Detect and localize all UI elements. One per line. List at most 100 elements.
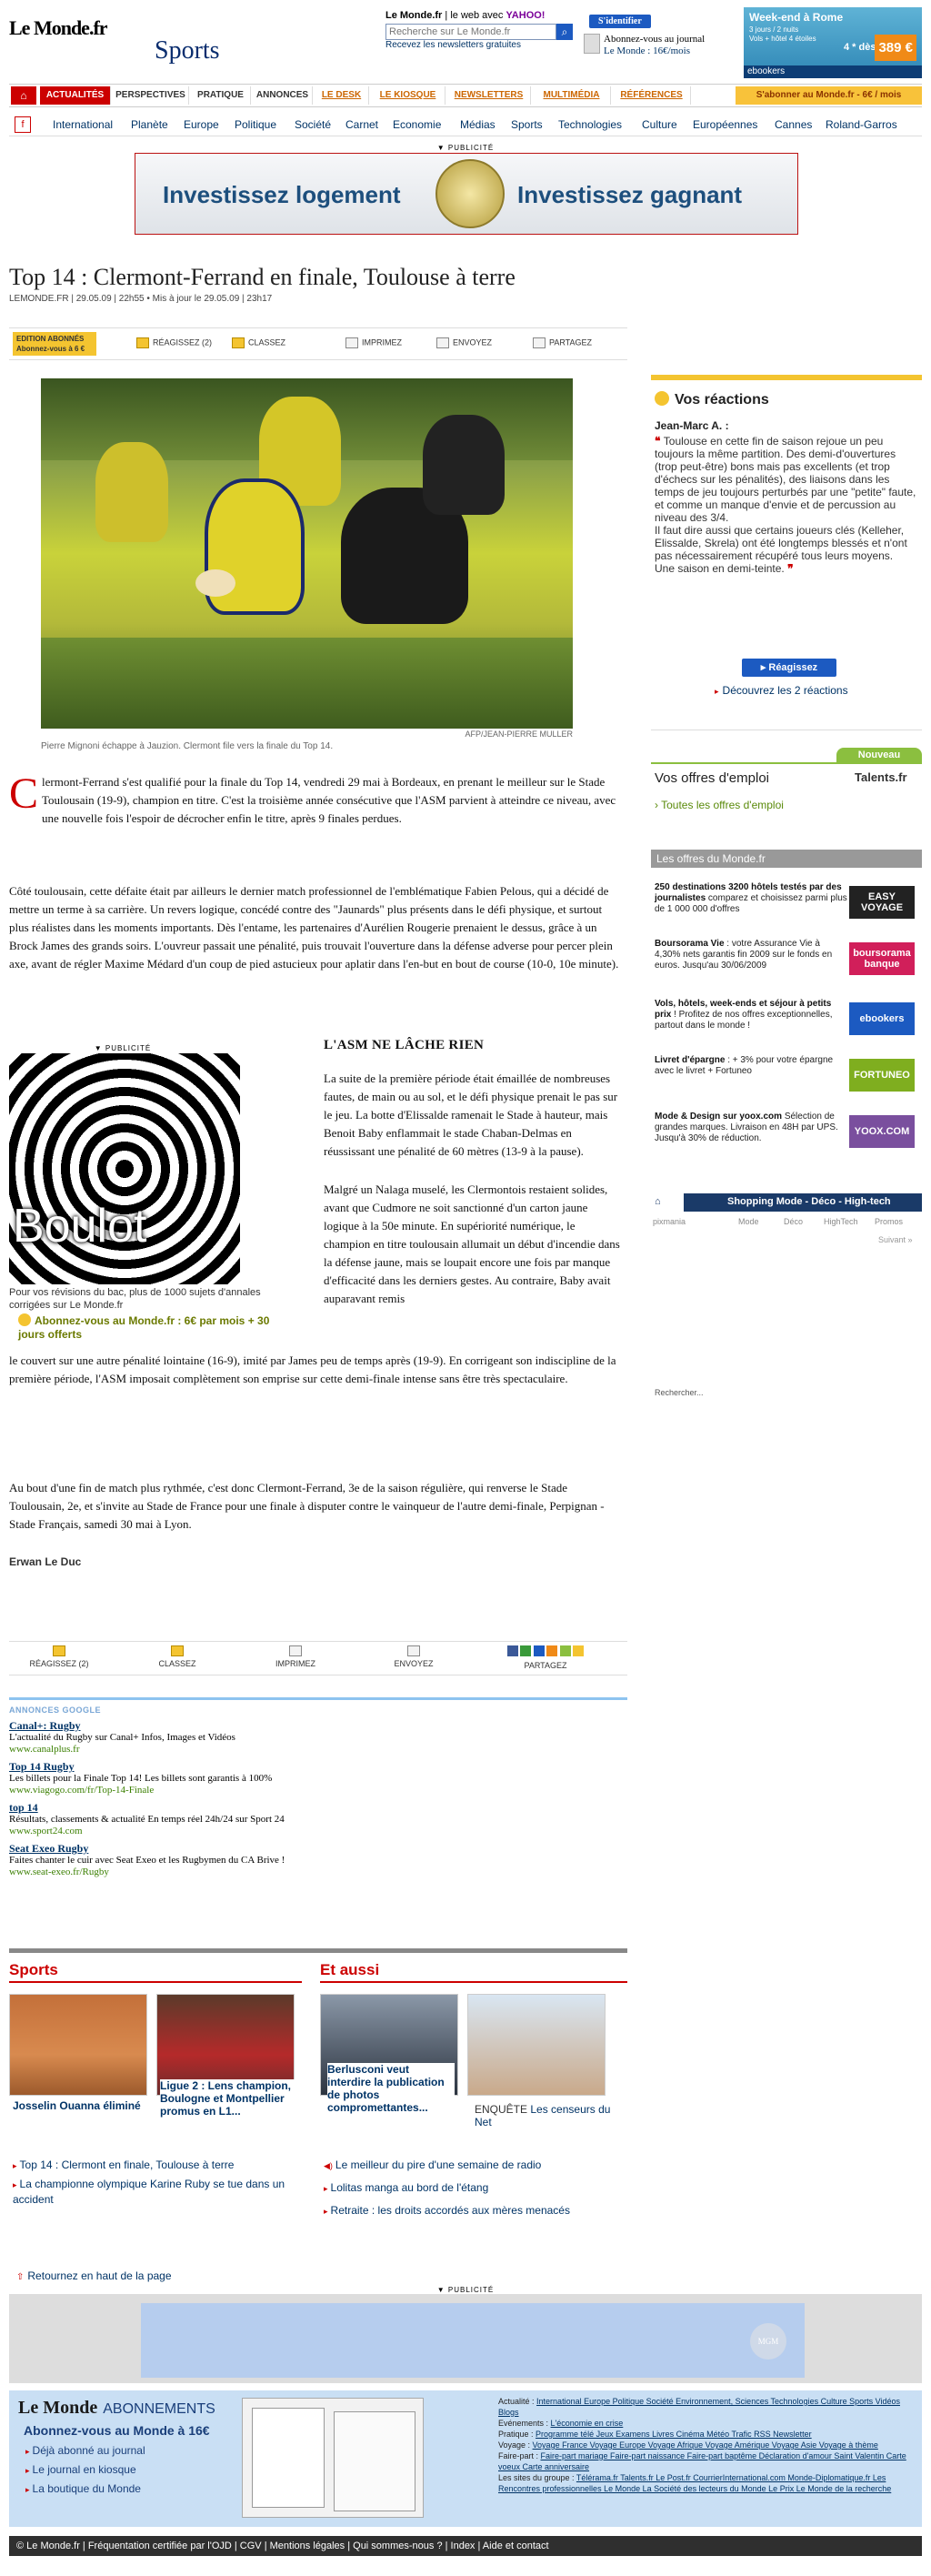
newsletter-link[interactable]: Recevez les newsletters gratuites [385, 40, 576, 50]
react-button[interactable]: ▸ Réagissez [742, 659, 836, 677]
nav-le-desk[interactable]: LE DESK [315, 86, 369, 105]
subnav-technologies[interactable]: Technologies [558, 118, 622, 131]
shopping-brand[interactable]: pixmania [653, 1217, 686, 1226]
footer-link[interactable]: ▸ La boutique du Monde [25, 2480, 145, 2499]
box-ad-cta[interactable]: Abonnez-vous au Monde.fr : 6€ par mois +… [18, 1313, 273, 1342]
banner-ad[interactable]: Investissez logement Investissez gagnant [135, 153, 798, 235]
etaussi-thumb-caption[interactable]: Berlusconi veut interdire la publication… [327, 2063, 455, 2114]
sports-thumb-tennis[interactable] [9, 1994, 147, 2096]
offer-item[interactable]: Mode & Design sur yoox.com Sélection de … [655, 1112, 918, 1153]
subnav-planete[interactable]: Planète [131, 118, 168, 131]
google-ad-title[interactable]: Seat Exeo Rugby [9, 1843, 627, 1855]
nav-multimedia[interactable]: MULTIMÉDIA [533, 86, 611, 105]
print-tool[interactable]: IMPRIMEZ [245, 1645, 345, 1668]
google-ad-title[interactable]: Top 14 Rugby [9, 1761, 627, 1773]
search-scope-label[interactable]: Le Monde.fr [385, 10, 442, 21]
box-ad-text[interactable]: Pour vos révisions du bac, plus de 1000 … [9, 1286, 273, 1312]
footer-subscribe[interactable]: Abonnez-vous au Monde à 16€ [24, 2423, 210, 2438]
nav-annonces[interactable]: ANNONCES [253, 86, 313, 105]
subnav-culture[interactable]: Culture [642, 118, 677, 131]
classify-tool[interactable]: CLASSEZ [127, 1645, 227, 1668]
subnav-europe[interactable]: Europe [184, 118, 219, 131]
google-ad-url[interactable]: www.viagogo.com/fr/Top-14-Finale [9, 1785, 627, 1796]
sports-list-item[interactable]: ▸ La championne olympique Karine Ruby se … [13, 2177, 304, 2207]
footer-logo[interactable]: Le Monde ABONNEMENTS [18, 2398, 215, 2419]
offer-item[interactable]: Livret d'épargne : + 3% pour votre éparg… [655, 1055, 918, 1097]
login-button[interactable]: S'identifier [589, 15, 651, 28]
react-tool[interactable]: RÉAGISSEZ (2) [136, 337, 212, 348]
share-tool[interactable]: PARTAGEZ [533, 337, 592, 348]
send-tool[interactable]: ENVOYEZ [436, 337, 492, 348]
subnav-cannes[interactable]: Cannes [775, 118, 812, 131]
send-tool[interactable]: ENVOYEZ [364, 1645, 464, 1668]
shopping-widget[interactable]: ⌂ Shopping Mode - Déco - High-tech [651, 1193, 922, 1212]
google-ad-url[interactable]: www.canalplus.fr [9, 1744, 627, 1756]
footer-row-links[interactable]: Programme télé Jeux Examens Livres Ciném… [536, 2430, 812, 2439]
sports-list-item[interactable]: ▸ Top 14 : Clermont en finale, Toulouse à… [13, 2158, 304, 2173]
header-ad[interactable]: Week-end à Rome 3 jours / 2 nuits Vols +… [744, 7, 922, 78]
talents-logo[interactable]: Talents.fr [855, 770, 907, 784]
reactions-link[interactable]: ▸ Découvrez les 2 réactions [715, 684, 848, 697]
shopping-cat[interactable]: Mode [738, 1217, 759, 1226]
subscribe-nav-button[interactable]: S'abonner au Monde.fr - 6€ / mois [736, 86, 922, 105]
nav-pratique[interactable]: PRATIQUE [191, 86, 251, 105]
google-ad-url[interactable]: www.sport24.com [9, 1826, 627, 1837]
google-ad-url[interactable]: www.seat-exeo.fr/Rugby [9, 1867, 627, 1878]
classify-tool[interactable]: CLASSEZ [232, 337, 285, 348]
search-input[interactable] [385, 24, 556, 40]
sports-header[interactable]: Sports [9, 1961, 58, 1979]
etaussi-list-item[interactable]: ▸ Lolitas manga au bord de l'étang [324, 2180, 624, 2196]
footer-row-links[interactable]: L'économie en crise [551, 2419, 624, 2428]
home-icon[interactable]: ⌂ [11, 86, 36, 105]
back-to-top-link[interactable]: ⇧ Retournez en haut de la page [16, 2269, 172, 2282]
subnav-economie[interactable]: Economie [393, 118, 441, 131]
subscribe-journal[interactable]: Abonnez-vous au journal Le Monde : 16€/m… [584, 34, 747, 57]
emploi-link[interactable]: › Toutes les offres d'emploi [655, 799, 784, 811]
footer-link[interactable]: ▸ Le journal en kiosque [25, 2460, 145, 2480]
sports-thumb-caption[interactable]: Ligue 2 : Lens champion, Boulogne et Mon… [160, 2079, 296, 2118]
legal-bar[interactable]: © Le Monde.fr | Fréquentation certifiée … [9, 2536, 922, 2556]
search-icon[interactable]: ⌕ [556, 24, 573, 40]
offer-item[interactable]: Boursorama Vie : votre Assurance Vie à 4… [655, 939, 918, 981]
web-label[interactable]: le web avec [450, 10, 503, 21]
footer-link[interactable]: ▸ Déjà abonné au journal [25, 2441, 145, 2460]
google-ad-item[interactable]: Top 14 Rugby Les billets pour la Finale T… [9, 1761, 627, 1796]
etaussi-thumb-caption[interactable]: ENQUÊTE Les censeurs du Net [475, 2103, 611, 2128]
subnav-societe[interactable]: Société [295, 118, 331, 131]
sports-thumb-caption[interactable]: Josselin Ouanna éliminé [13, 2099, 149, 2112]
footer-row-links[interactable]: Faire-part mariage Faire-part naissance … [498, 2451, 906, 2471]
google-ad-title[interactable]: top 14 [9, 1802, 627, 1814]
print-tool[interactable]: IMPRIMEZ [345, 337, 402, 348]
subnav-medias[interactable]: Médias [460, 118, 496, 131]
react-tool[interactable]: RÉAGISSEZ (2) [9, 1645, 109, 1668]
nav-perspectives[interactable]: PERSPECTIVES [113, 86, 189, 105]
nav-references[interactable]: RÉFÉRENCES [613, 86, 691, 105]
google-ad-item[interactable]: Seat Exeo Rugby Faites chanter le cuir av… [9, 1843, 627, 1878]
offer-item[interactable]: Vols, hôtels, week-ends et séjour à peti… [655, 999, 918, 1041]
google-ad-title[interactable]: Canal+: Rugby [9, 1720, 627, 1732]
lemonde-icon[interactable]: f [15, 116, 31, 133]
subnav-roland-garros[interactable]: Roland-Garros [826, 118, 897, 131]
shopping-cat[interactable]: Promos [875, 1217, 903, 1226]
subnav-politique[interactable]: Politique [235, 118, 276, 131]
footer-row-links[interactable]: Voyage France Voyage Europe Voyage Afriq… [533, 2440, 878, 2450]
subnav-international[interactable]: International [53, 118, 113, 131]
etaussi-list-item[interactable]: ◀) Le meilleur du pire d'une semaine de r… [324, 2158, 624, 2173]
shopping-cat[interactable]: Déco [784, 1217, 803, 1226]
footer-row-links[interactable]: International Europe Politique Société E… [498, 2397, 900, 2417]
etaussi-thumb-map[interactable] [467, 1994, 606, 2096]
subnav-carnet[interactable]: Carnet [345, 118, 378, 131]
site-logo[interactable]: Le Monde.fr [9, 16, 108, 40]
shopping-next-link[interactable]: Suivant » [878, 1235, 913, 1244]
subnav-sports[interactable]: Sports [511, 118, 543, 131]
offer-item[interactable]: 250 destinations 3200 hôtels testés par … [655, 882, 918, 924]
etaussi-list-item[interactable]: ▸ Retraite : les droits accordés aux mère… [324, 2203, 624, 2219]
nav-actualites[interactable]: ACTUALITÉS [40, 86, 111, 105]
bottom-ad[interactable]: MGM [9, 2294, 922, 2383]
newspaper-image[interactable] [242, 2398, 424, 2518]
edition-badge[interactable]: EDITION ABONNÉS Abonnez-vous à 6 € [13, 332, 96, 356]
nav-le-kiosque[interactable]: LE KIOSQUE [371, 86, 445, 105]
google-ad-item[interactable]: top 14 Résultats, classements & actualité… [9, 1802, 627, 1837]
subnav-europeennes[interactable]: Européennes [693, 118, 757, 131]
shopping-cat[interactable]: HighTech [824, 1217, 858, 1226]
